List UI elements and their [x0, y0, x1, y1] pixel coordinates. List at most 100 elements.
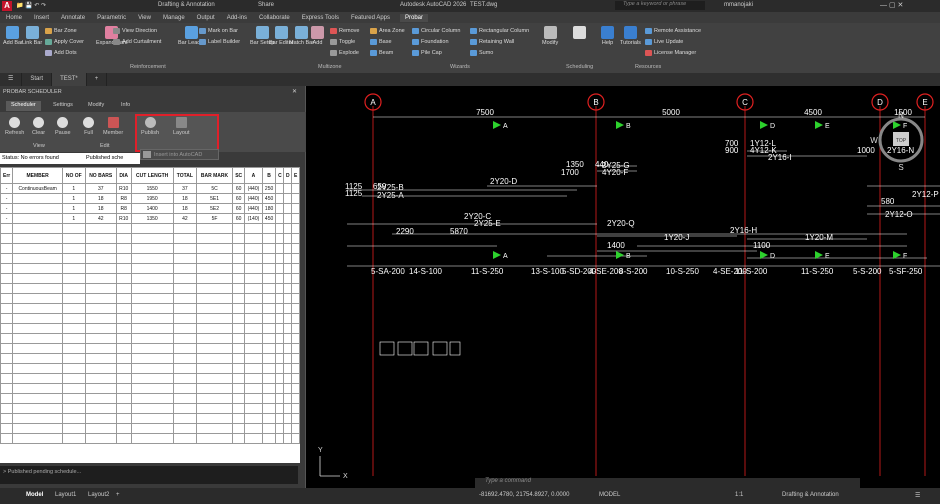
col-no-bars[interactable]: NO BARS	[84, 167, 117, 184]
table-cell[interactable]: 60	[232, 213, 246, 224]
table-cell[interactable]: -	[0, 203, 14, 214]
table-cell[interactable]	[291, 193, 300, 204]
workspace-status[interactable]: Drafting & Annotation	[782, 492, 839, 498]
table-cell[interactable]	[12, 193, 63, 204]
table-cell[interactable]: 42	[172, 213, 197, 224]
table-row-empty[interactable]	[0, 433, 300, 444]
table-row-empty[interactable]	[0, 373, 300, 384]
tab-modify[interactable]: Modify	[83, 101, 109, 111]
table-row[interactable]: -1 18 R8 1400 18 5E2 60 (440) 180	[0, 203, 300, 214]
table-cell[interactable]: 37	[172, 183, 197, 194]
table-cell[interactable]: 60	[232, 203, 246, 214]
modify-button[interactable]: Modify	[542, 26, 558, 46]
table-row-empty[interactable]	[0, 393, 300, 404]
tab-annotate[interactable]: Annotate	[59, 15, 87, 21]
tab-test-file[interactable]: TEST*	[52, 73, 87, 86]
table-cell[interactable]: R10	[115, 183, 132, 194]
table-cell[interactable]	[291, 183, 300, 194]
table-cell[interactable]: 60	[232, 183, 246, 194]
base-button[interactable]: Base	[370, 39, 392, 45]
member-button[interactable]: Member	[103, 117, 123, 136]
table-cell[interactable]: 450	[261, 213, 277, 224]
area-zone-button[interactable]: Area Zone	[370, 28, 405, 34]
drawing-canvas[interactable]: A B C D E 7500 5000 4500 1500 2Y20-D 2Y2…	[307, 86, 940, 488]
table-row-empty[interactable]	[0, 313, 300, 324]
table-cell[interactable]	[275, 193, 285, 204]
table-row-empty[interactable]	[0, 333, 300, 344]
tab-view[interactable]: View	[136, 15, 153, 21]
tab-model[interactable]: Model	[26, 492, 43, 498]
table-cell[interactable]: 18	[172, 193, 197, 204]
license-manager-button[interactable]: License Manager	[645, 50, 696, 56]
command-line-input[interactable]: Type a command	[475, 478, 860, 488]
remote-assistance-button[interactable]: Remote Assistance	[645, 28, 701, 34]
insert-into-autocad-menu-item[interactable]: Insert into AutoCAD	[140, 149, 219, 160]
tab-insert[interactable]: Insert	[32, 15, 51, 21]
table-cell[interactable]: 1550	[130, 183, 174, 194]
col-c[interactable]: C	[275, 167, 285, 184]
col-a[interactable]: A	[244, 167, 263, 184]
col-sc[interactable]: SC	[232, 167, 246, 184]
table-cell[interactable]	[12, 213, 63, 224]
beam-button[interactable]: Beam	[370, 50, 393, 56]
tab-info[interactable]: Info	[116, 101, 135, 111]
table-row-empty[interactable]	[0, 293, 300, 304]
table-row-empty[interactable]	[0, 403, 300, 414]
table-row-empty[interactable]	[0, 223, 300, 234]
remove-button[interactable]: Remove	[330, 28, 359, 34]
new-tab-plus-icon[interactable]: +	[87, 73, 108, 86]
table-cell[interactable]: 1	[61, 183, 86, 194]
table-row-empty[interactable]	[0, 233, 300, 244]
bar-zone-button[interactable]: Bar Zone	[45, 28, 77, 34]
table-cell[interactable]	[291, 213, 300, 224]
foundation-button[interactable]: Foundation	[412, 39, 449, 45]
col-total[interactable]: TOTAL	[172, 167, 197, 184]
table-row-empty[interactable]	[0, 363, 300, 374]
multizone-add-button[interactable]: Add	[311, 26, 324, 46]
tab-express-tools[interactable]: Express Tools	[300, 15, 341, 21]
coordinate-readout[interactable]: -81692.4780, 21754.8927, 0.0000	[479, 492, 569, 498]
pause-button[interactable]: Pause	[55, 117, 71, 136]
col-member[interactable]: MEMBER	[12, 167, 63, 184]
table-row-empty[interactable]	[0, 343, 300, 354]
circular-column-button[interactable]: Circular Column	[412, 28, 460, 34]
table-cell[interactable]: 1	[61, 193, 86, 204]
table-cell[interactable]: 18	[84, 203, 117, 214]
tab-output[interactable]: Output	[195, 15, 217, 21]
table-cell[interactable]: ContinuousBeam	[12, 183, 63, 194]
annotation-scale[interactable]: 1:1	[735, 492, 743, 498]
table-row-empty[interactable]	[0, 413, 300, 424]
table-cell[interactable]: -	[0, 193, 14, 204]
table-cell[interactable]	[291, 203, 300, 214]
close-icon[interactable]: ✕	[292, 88, 297, 95]
table-cell[interactable]: 180	[261, 203, 277, 214]
table-cell[interactable]: R8	[115, 203, 132, 214]
clear-button[interactable]: Clear	[32, 117, 45, 136]
table-cell[interactable]: 1400	[130, 203, 174, 214]
table-cell[interactable]: 5C	[195, 183, 234, 194]
apply-cover-button[interactable]: Apply Cover	[45, 39, 84, 45]
table-cell[interactable]: 42	[84, 213, 117, 224]
add-bar-button[interactable]: Add Bar	[3, 26, 23, 46]
table-cell[interactable]: -	[0, 183, 14, 194]
table-cell[interactable]: 60	[232, 193, 246, 204]
table-row-empty[interactable]	[0, 323, 300, 334]
table-row-empty[interactable]	[0, 253, 300, 264]
table-row-empty[interactable]	[0, 383, 300, 394]
table-cell[interactable]: 1	[61, 203, 86, 214]
table-row-empty[interactable]	[0, 303, 300, 314]
table-cell[interactable]: -	[0, 213, 14, 224]
tab-layout2[interactable]: Layout2	[88, 492, 109, 498]
table-cell[interactable]: R10	[115, 213, 132, 224]
add-dots-button[interactable]: Add Dots	[45, 50, 77, 56]
tab-featured-apps[interactable]: Featured Apps	[349, 15, 392, 21]
table-cell[interactable]: 1	[61, 213, 86, 224]
table-row-empty[interactable]	[0, 353, 300, 364]
refresh-button[interactable]: Refresh	[5, 117, 24, 136]
customize-menu-icon[interactable]: ☰	[915, 492, 920, 499]
table-cell[interactable]	[283, 183, 293, 194]
tab-probar[interactable]: Probar	[400, 13, 429, 22]
scheduling-button[interactable]	[573, 26, 586, 40]
explode-button[interactable]: Explode	[330, 50, 359, 56]
drawing-svg[interactable]: A B C D E 7500 5000 4500 1500 2Y20-D 2Y2…	[307, 86, 940, 488]
